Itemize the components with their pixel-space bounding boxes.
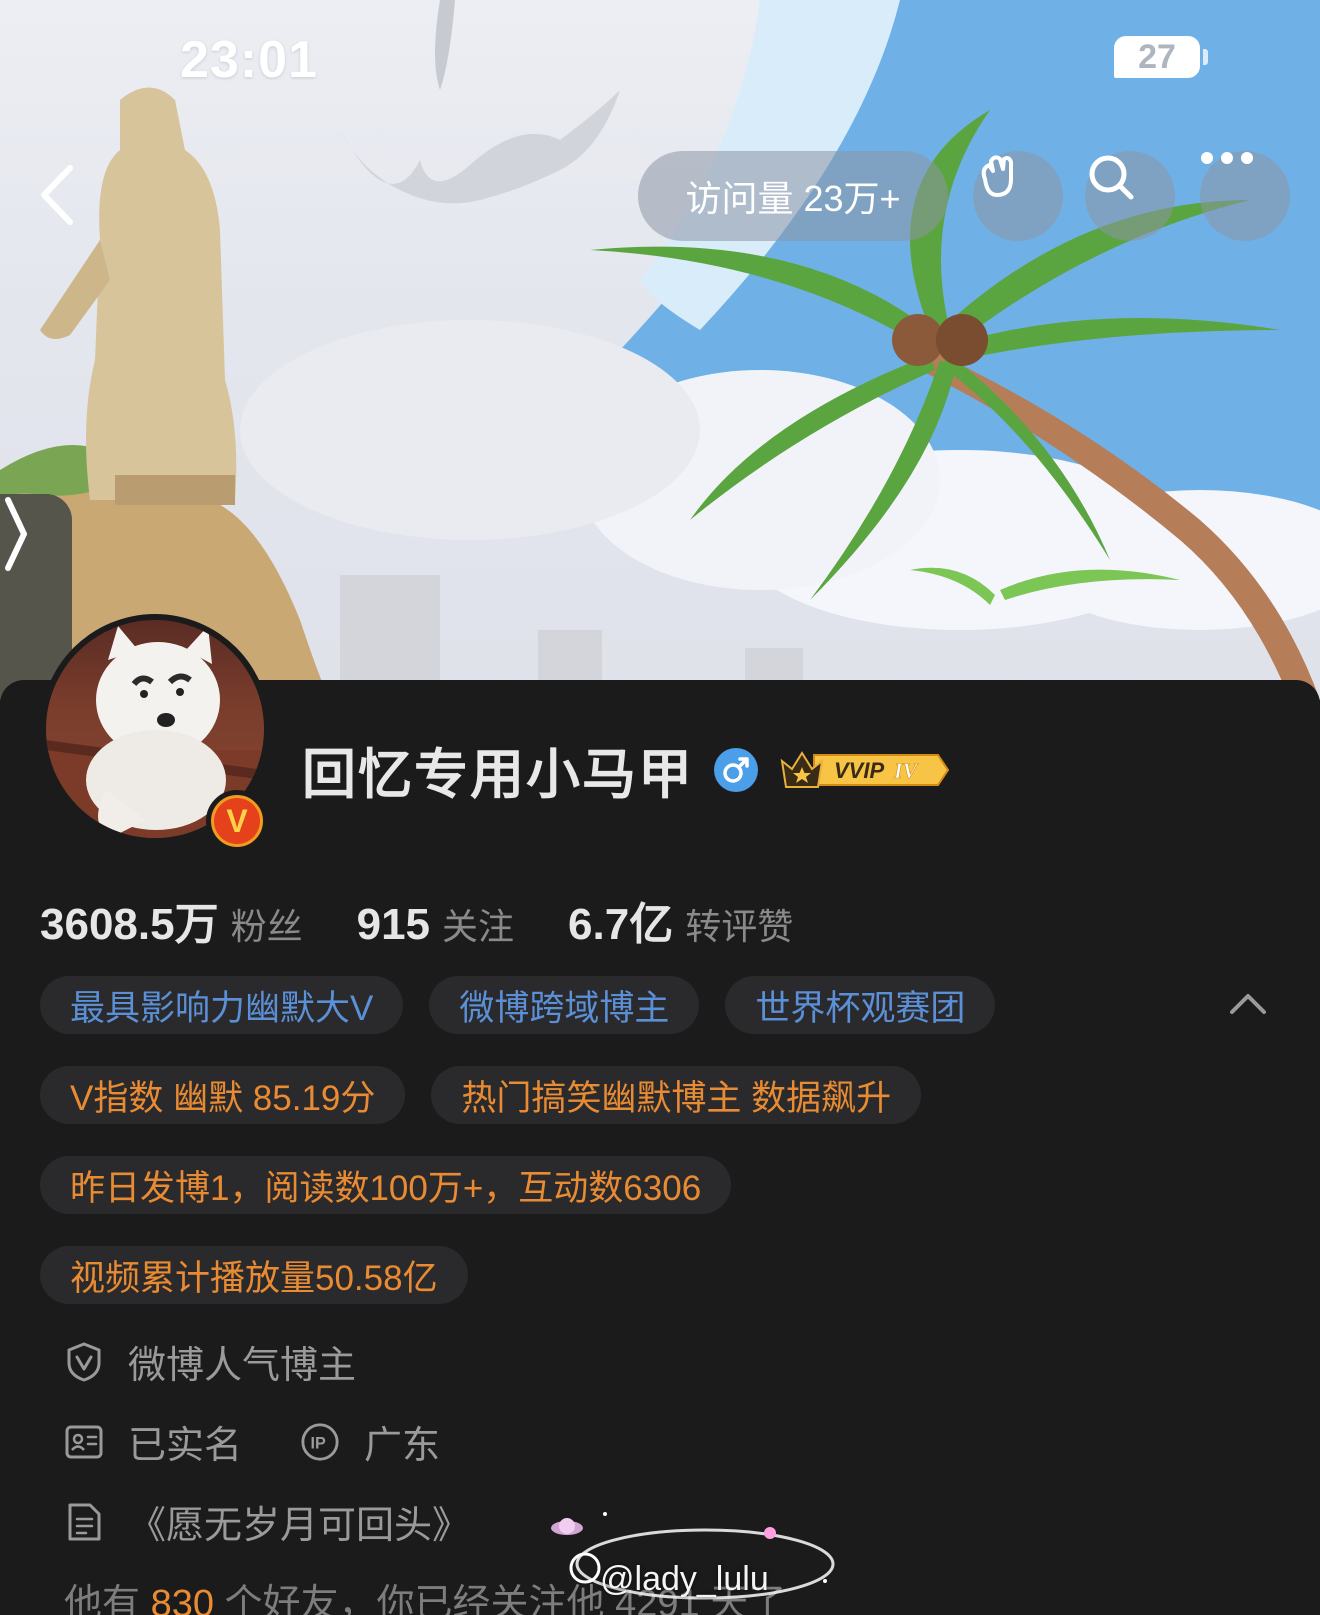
chevron-up-icon [1230,994,1266,1014]
collapse-tags-button[interactable] [1228,988,1268,1018]
stat-value: 915 [356,900,431,949]
tag-daily-stats[interactable]: 昨日发博1，阅读数100万+，互动数6306 [40,1156,732,1214]
document-icon [64,1502,104,1542]
stat-following[interactable]: 915 关注 [357,898,514,950]
tag-video-plays[interactable]: 视频累计播放量50.58亿 [40,1246,468,1304]
vvip-badge[interactable]: VVIP IV [778,747,950,793]
tag-honor[interactable]: 微博跨域博主 [429,976,700,1034]
battery-indicator: 27 [1114,36,1208,78]
vvip-crown-badge: VVIP IV [780,750,950,788]
tag-honor[interactable]: 世界杯观赛团 [725,976,996,1034]
verification-text: 微博人气博主 [128,1345,357,1387]
wave-button[interactable] [973,151,1063,241]
stat-likes[interactable]: 6.7亿 转评赞 [568,888,793,952]
verified-badge: V [206,790,268,852]
tag-row-daily: 昨日发博1，阅读数100万+，互动数6306 [40,1156,732,1214]
stat-value: 3608.5万 [40,900,219,949]
username: 回忆专用小马甲 [302,745,694,805]
stats-row: 3608.5万 粉丝 915 关注 6.7亿 转评赞 [40,888,847,952]
tag-row-honors: 最具影响力幽默大V 微博跨域博主 世界杯观赛团 [40,976,996,1034]
svg-text:IP: IP [310,1434,325,1452]
vvip-label: VVIP [834,758,884,783]
realname-text: 已实名 [128,1425,243,1467]
tag-trend[interactable]: 热门搞笑幽默博主 数据飙升 [431,1066,922,1124]
stat-label: 粉丝 [230,906,303,947]
friends-prefix: 他有 [64,1583,141,1615]
tag-row-video: 视频累计播放量50.58亿 [40,1246,468,1304]
verified-badge-letter: V [214,798,260,844]
visit-count-button[interactable]: 访问量 23万+ [638,151,948,241]
id-card-icon [64,1422,104,1462]
search-button[interactable] [1085,151,1175,241]
wave-hand-icon [981,155,1013,197]
info-verification: 微博人气博主 [64,1334,356,1389]
status-icons: 27 [1114,36,1208,78]
ip-icon: IP [300,1422,340,1462]
bio-text: 《愿无岁月可回头》 [128,1505,471,1547]
chevron-right-icon [5,497,27,571]
male-symbol-icon [723,756,749,783]
more-dots-icon [1201,152,1253,164]
tag-honor[interactable]: 最具影响力幽默大V [40,976,404,1034]
info-identity: 已实名 IP 广东 [64,1414,440,1469]
friends-count: 830 [150,1583,214,1615]
shield-v-icon [64,1342,104,1382]
watermark-text: @lady_lulu [600,1560,769,1598]
profile-cover: 23:01 27 访问量 23万+ [0,0,1320,700]
more-button[interactable] [1200,151,1290,241]
cover-illustration [0,0,1320,700]
gender-male-icon [714,747,758,792]
stat-label: 关注 [442,906,515,947]
ip-location-text: 广东 [364,1425,441,1467]
vvip-level: IV [893,758,920,783]
status-time: 23:01 [180,31,318,89]
battery-level: 27 [1138,38,1176,76]
visit-count-label: 访问量 23万+ [685,178,901,219]
tag-row-vindex: V指数 幽默 85.19分 热门搞笑幽默博主 数据飙升 [40,1066,922,1124]
back-button[interactable] [34,160,84,230]
search-icon [1089,155,1134,200]
info-bio: 《愿无岁月可回头》 [64,1494,470,1549]
stat-value: 6.7亿 [568,900,674,949]
tag-v-index[interactable]: V指数 幽默 85.19分 [40,1066,406,1124]
name-row: 回忆专用小马甲 VVIP IV [302,730,950,809]
stat-followers[interactable]: 3608.5万 粉丝 [40,888,303,952]
stat-label: 转评赞 [685,906,794,947]
chevron-left-icon [41,165,73,225]
